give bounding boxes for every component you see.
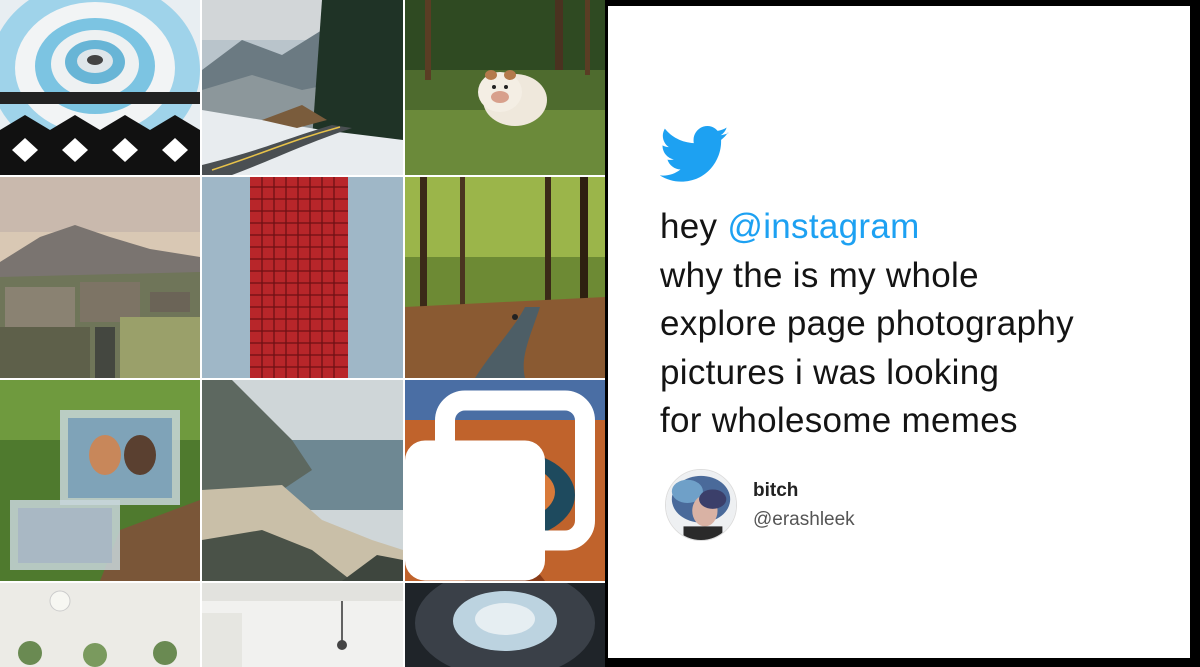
explore-tile-white-interior[interactable] (202, 583, 403, 667)
avatar[interactable] (665, 469, 737, 541)
explore-grid (0, 0, 605, 667)
red-tower-image (202, 177, 403, 378)
twitter-bird-icon (660, 126, 729, 182)
coastal-cliff-image (202, 380, 403, 581)
mountain-village-image (0, 177, 200, 378)
mountain-road-image (202, 0, 403, 175)
tweet-body: why the is my whole explore page photogr… (660, 255, 1074, 441)
carousel-icon (405, 390, 595, 581)
explore-tile-forest-stream[interactable] (405, 177, 605, 378)
explore-tile-coastal-cliff[interactable] (202, 380, 403, 581)
white-interior-image (202, 583, 403, 667)
explore-tile-mountain-village[interactable] (0, 177, 200, 378)
tweet-mention-link[interactable]: @instagram (727, 207, 919, 246)
dome-skylight-image (405, 583, 605, 667)
bulldog-image (405, 0, 605, 175)
explore-tile-pet-frames[interactable] (0, 380, 200, 581)
author-name[interactable]: bitch (753, 480, 798, 502)
spiral-staircase-image (0, 0, 200, 175)
explore-tile-dome-skylight[interactable] (405, 583, 605, 667)
tweet-text: hey @instagram why the is my whole explo… (660, 203, 1074, 446)
explore-tile-mountain-road[interactable] (202, 0, 403, 175)
forest-stream-image (405, 177, 605, 378)
explore-tile-horseshoe-bend[interactable] (405, 380, 605, 581)
explore-tile-spiral-staircase[interactable] (0, 0, 200, 175)
avatar-image (666, 470, 736, 540)
explore-tile-bulldog[interactable] (405, 0, 605, 175)
explore-tile-wedding-hall[interactable] (0, 583, 200, 667)
white-wedding-hall-image (0, 583, 200, 667)
tweet-greeting: hey (660, 207, 718, 246)
pet-photo-frames-image (0, 380, 200, 581)
tweet-author[interactable]: bitch @erashleek (665, 466, 1145, 546)
explore-tile-red-tower[interactable] (202, 177, 403, 378)
author-handle[interactable]: @erashleek (753, 509, 855, 531)
tweet-card: hey @instagram why the is my whole explo… (605, 3, 1193, 661)
